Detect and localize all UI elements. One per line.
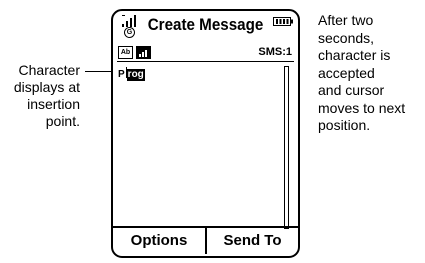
callout-left-line: point. — [45, 113, 80, 129]
message-icon — [136, 46, 151, 59]
softkey-bar: Options Send To — [113, 226, 298, 256]
scrollbar[interactable] — [284, 66, 289, 229]
callout-right-line: moves to next — [318, 99, 406, 116]
input-mode-icon: Ab — [118, 46, 133, 59]
status-row: Ab SMS:1 — [117, 45, 294, 62]
callout-left: Character displays at insertion point. — [8, 62, 80, 130]
word-completion: rog — [126, 69, 145, 81]
sms-counter: SMS:1 — [258, 46, 292, 58]
callout-right-line: character is — [318, 47, 391, 63]
callout-right-line: position. — [318, 117, 371, 133]
message-text-area[interactable]: Prog — [117, 65, 277, 227]
callout-right-line: After two — [318, 12, 374, 28]
battery-icon — [273, 17, 293, 26]
callout-right-line: seconds, — [318, 29, 375, 46]
callout-left-line: displays at — [13, 79, 80, 95]
callout-right-line: accepted — [318, 64, 375, 81]
phone-screen: G Create Message Ab SMS:1 Prog Options S… — [111, 9, 300, 258]
callout-leader-line — [85, 71, 112, 72]
callout-right-line: and cursor — [318, 82, 385, 98]
screen-title: Create Message — [147, 16, 264, 34]
callout-right: After two seconds, character is accepted… — [318, 12, 422, 135]
callout-left-line: insertion — [27, 96, 80, 112]
send-to-button[interactable]: Send To — [207, 228, 298, 254]
options-button[interactable]: Options — [113, 228, 207, 254]
message-text: Prog — [118, 67, 145, 81]
title-bar: G Create Message — [113, 11, 298, 41]
typed-character: P — [118, 69, 125, 80]
callout-left-line: Character — [18, 62, 80, 78]
